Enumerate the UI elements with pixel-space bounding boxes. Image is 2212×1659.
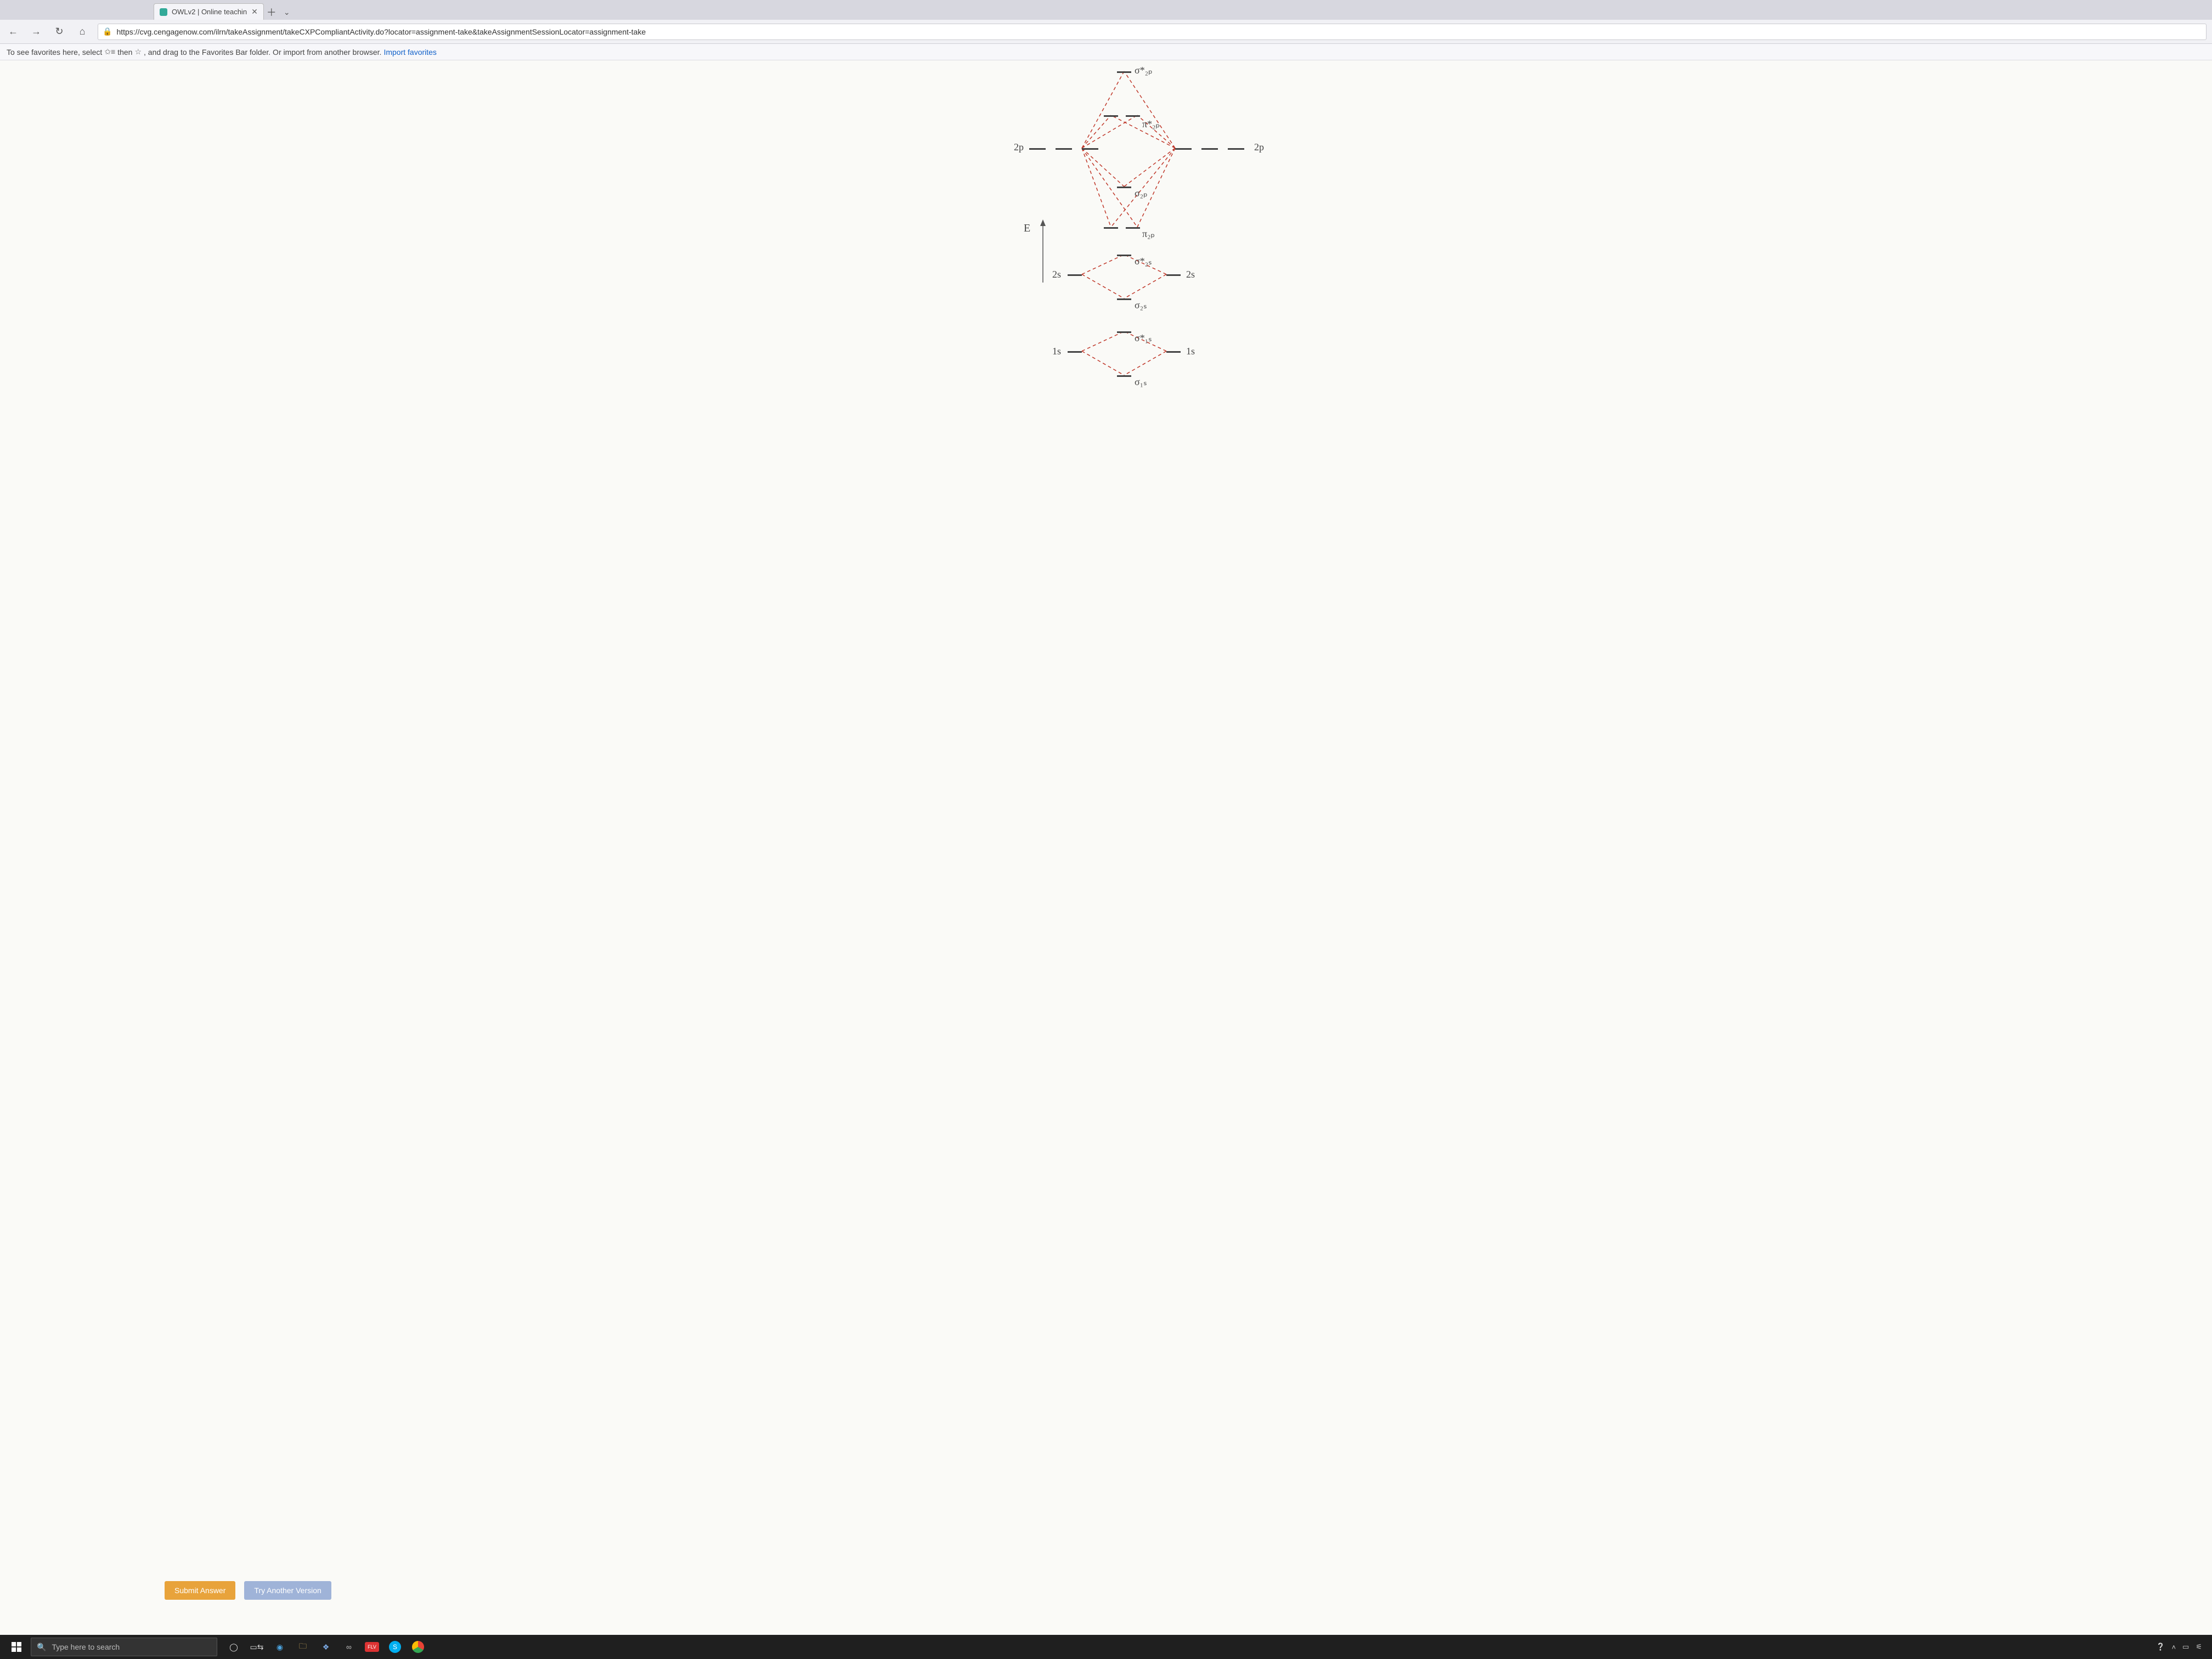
lock-icon: 🔒 <box>103 27 112 36</box>
refresh-button[interactable]: ↻ <box>52 24 67 40</box>
browser-tab-active[interactable]: OWLv2 | Online teachin ✕ <box>154 3 264 20</box>
label-sigma-2p: σ₂ₚ <box>1135 188 1148 199</box>
system-tray[interactable]: ❔ ˄ ▭ ⚟ <box>2156 1643 2208 1651</box>
mo-level-sigma-2s[interactable] <box>1117 298 1131 300</box>
tab-favicon <box>160 8 167 16</box>
label-sigma-star-2p: σ*₂ₚ <box>1135 65 1153 76</box>
chevron-up-icon[interactable]: ˄ <box>2171 1643 2176 1651</box>
ao-left-1s[interactable] <box>1068 351 1082 353</box>
star-icon: ☆ <box>134 47 142 57</box>
star-add-icon: ✩≡ <box>104 47 115 57</box>
label-right-1s: 1s <box>1186 346 1195 357</box>
windows-taskbar: 🔍 Type here to search ◯ ▭⇆ ◉ 🗀 ❖ ∞ FLV S… <box>0 1635 2212 1659</box>
energy-axis <box>1035 219 1051 285</box>
label-left-2p: 2p <box>1014 142 1024 153</box>
cortana-icon[interactable]: ◯ <box>223 1635 245 1659</box>
label-sigma-star-2s: σ*₂ₛ <box>1135 256 1152 267</box>
mo-level-sigma-star-1s[interactable] <box>1117 331 1131 333</box>
close-icon[interactable]: ✕ <box>251 7 258 16</box>
chrome-icon[interactable] <box>407 1635 429 1659</box>
page-content: E σ*₂ₚ π*₂ₚ σ₂ₚ π₂ₚ σ*₂ₛ σ₂ₛ σ*₁ₛ σ₁ₛ <box>0 60 2212 1635</box>
import-favorites-link[interactable]: Import favorites <box>383 48 436 57</box>
label-sigma-1s: σ₁ₛ <box>1135 376 1147 388</box>
start-button[interactable] <box>4 1635 29 1659</box>
label-left-2s: 2s <box>1052 269 1061 280</box>
ao-left-2s[interactable] <box>1068 274 1082 276</box>
label-pi-star-2p: π*₂ₚ <box>1142 119 1160 130</box>
tab-title: OWLv2 | Online teachin <box>172 8 247 16</box>
infinity-app-icon[interactable]: ∞ <box>338 1635 360 1659</box>
ao-left-2p[interactable] <box>1029 148 1098 150</box>
mo-level-sigma-star-2p[interactable] <box>1117 71 1131 73</box>
ao-right-2p[interactable] <box>1175 148 1244 150</box>
submit-answer-button[interactable]: Submit Answer <box>165 1581 235 1600</box>
task-view-icon[interactable]: ▭⇆ <box>246 1635 268 1659</box>
flv-app-icon[interactable]: FLV <box>361 1635 383 1659</box>
file-explorer-icon[interactable]: 🗀 <box>292 1635 314 1659</box>
help-icon[interactable]: ❔ <box>2156 1643 2165 1651</box>
search-icon: 🔍 <box>37 1643 46 1652</box>
url-input[interactable]: 🔒 https://cvg.cengagenow.com/ilrn/takeAs… <box>98 24 2207 40</box>
wifi-icon[interactable]: ⚟ <box>2196 1643 2202 1651</box>
browser-navbar: ← → ↻ ⌂ 🔒 https://cvg.cengagenow.com/ilr… <box>0 20 2212 44</box>
label-left-1s: 1s <box>1052 346 1061 357</box>
ao-right-1s[interactable] <box>1166 351 1181 353</box>
search-placeholder: Type here to search <box>52 1643 120 1651</box>
taskbar-pinned-apps: ◯ ▭⇆ ◉ 🗀 ❖ ∞ FLV S <box>223 1635 429 1659</box>
mo-level-pi-2p[interactable] <box>1104 227 1140 229</box>
favbar-text-3: , and drag to the Favorites Bar folder. … <box>144 48 381 57</box>
mo-level-sigma-star-2s[interactable] <box>1117 255 1131 256</box>
url-text: https://cvg.cengagenow.com/ilrn/takeAssi… <box>116 27 646 36</box>
browser-tabstrip: OWLv2 | Online teachin ✕ ＋ ⌄ <box>0 0 2212 20</box>
new-tab-button[interactable]: ＋ <box>264 4 279 20</box>
windows-icon <box>12 1642 21 1652</box>
label-sigma-star-1s: σ*₁ₛ <box>1135 332 1152 344</box>
favbar-text-1: To see favorites here, select <box>7 48 102 57</box>
ao-right-2s[interactable] <box>1166 274 1181 276</box>
mo-level-sigma-2p[interactable] <box>1117 187 1131 188</box>
back-button[interactable]: ← <box>5 24 21 40</box>
mo-level-sigma-1s[interactable] <box>1117 375 1131 377</box>
taskbar-search-input[interactable]: 🔍 Type here to search <box>31 1638 217 1656</box>
skype-icon[interactable]: S <box>384 1635 406 1659</box>
favbar-text-2: then <box>117 48 132 57</box>
edge-icon[interactable]: ◉ <box>269 1635 291 1659</box>
try-another-version-button[interactable]: Try Another Version <box>244 1581 331 1600</box>
battery-icon[interactable]: ▭ <box>2182 1643 2189 1651</box>
home-button[interactable]: ⌂ <box>75 24 90 40</box>
label-right-2p: 2p <box>1254 142 1264 153</box>
dropbox-icon[interactable]: ❖ <box>315 1635 337 1659</box>
energy-axis-label: E <box>1024 222 1030 235</box>
action-button-row: Submit Answer Try Another Version <box>165 1581 331 1600</box>
forward-button[interactable]: → <box>29 24 44 40</box>
mo-connectors <box>870 60 1342 411</box>
tab-overflow-button[interactable]: ⌄ <box>279 4 295 20</box>
label-pi-2p: π₂ₚ <box>1142 228 1155 240</box>
favorites-hint-bar: To see favorites here, select ✩≡ then ☆ … <box>0 44 2212 60</box>
label-right-2s: 2s <box>1186 269 1195 280</box>
mo-level-pi-star-2p[interactable] <box>1104 115 1140 117</box>
label-sigma-2s: σ₂ₛ <box>1135 300 1147 311</box>
